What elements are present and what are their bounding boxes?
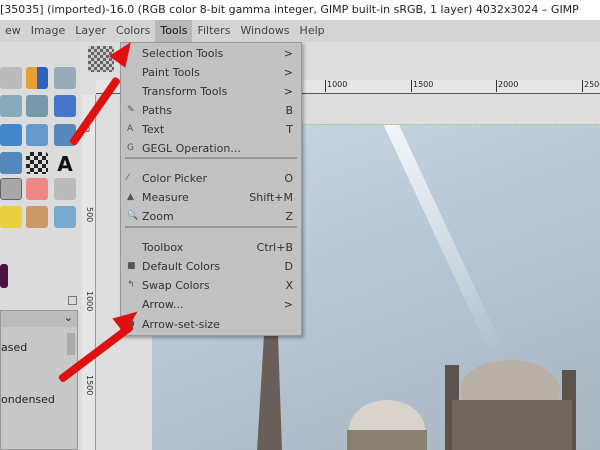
- menu-item-default-colors[interactable]: ■ Default Colors D: [121, 257, 301, 276]
- foreground-color-swatch[interactable]: [0, 264, 8, 288]
- zoom-tool-icon[interactable]: [0, 95, 22, 117]
- select-by-color-tool-icon[interactable]: [26, 67, 48, 89]
- paths-tool-icon[interactable]: [0, 152, 22, 174]
- menu-item-arrow[interactable]: Arrow... >: [121, 295, 301, 314]
- menu-item-transform-tools[interactable]: Transform Tools >: [121, 82, 301, 101]
- ruler-label: 1500: [411, 80, 433, 92]
- text-tool-icon[interactable]: A: [54, 152, 76, 176]
- eraser-tool-icon[interactable]: [26, 178, 48, 200]
- menu-item-label: Paths: [142, 104, 172, 117]
- menu-item-label: Arrow...: [142, 298, 184, 311]
- menu-item-label: Selection Tools: [142, 47, 224, 60]
- menu-item-swap-colors[interactable]: ↰ Swap Colors X: [121, 276, 301, 295]
- panel-item[interactable]: ased: [1, 341, 27, 354]
- dodge-burn-tool-icon[interactable]: [54, 206, 76, 228]
- menu-item-arrow-set-size[interactable]: ●Arrow-set-size: [121, 315, 301, 334]
- menu-item-zoom[interactable]: 🔍 Zoom Z: [121, 207, 301, 226]
- submenu-arrow-icon: >: [283, 66, 293, 79]
- image-thumbnail[interactable]: [88, 46, 114, 72]
- menu-item-shortcut: Z: [285, 210, 293, 223]
- menu-help[interactable]: Help: [295, 20, 330, 42]
- menu-item-label: Color Picker: [142, 172, 207, 185]
- menu-item-selection-tools[interactable]: Selection Tools >: [121, 44, 301, 63]
- chevron-down-icon[interactable]: ⌄: [64, 311, 73, 324]
- ruler-label: 1000: [85, 291, 94, 312]
- menu-image[interactable]: Image: [26, 20, 70, 42]
- ruler-label: 2500: [582, 80, 600, 92]
- scrollbar[interactable]: [67, 333, 75, 355]
- menu-separator: [125, 226, 297, 228]
- ruler-label: 1500: [85, 375, 94, 396]
- menu-item-measure[interactable]: ▲ Measure Shift+M: [121, 188, 301, 207]
- menu-separator: [125, 157, 297, 159]
- panel-header: ⌄: [1, 311, 77, 327]
- menu-item-icon: A: [127, 124, 134, 134]
- menu-item-shortcut: Shift+M: [249, 191, 293, 204]
- menu-item-gegl-operation[interactable]: G GEGL Operation...: [121, 139, 301, 158]
- menu-colors[interactable]: Colors: [111, 20, 155, 42]
- menu-item-icon: ▲: [127, 192, 134, 202]
- window-title: [35035] (imported)-16.0 (RGB color 8-bit…: [0, 0, 600, 20]
- menu-layer[interactable]: Layer: [70, 20, 111, 42]
- panel-item[interactable]: ondensed: [1, 393, 55, 406]
- menu-item-label: GEGL Operation...: [142, 142, 241, 155]
- ruler-label: 2000: [496, 80, 518, 92]
- menu-item-shortcut: X: [285, 279, 293, 292]
- menu-item-paint-tools[interactable]: Paint Tools >: [121, 63, 301, 82]
- paintbrush-tool-icon[interactable]: [0, 178, 22, 200]
- submenu-arrow-icon: >: [283, 298, 293, 311]
- submenu-arrow-icon: >: [283, 47, 293, 60]
- heal-tool-icon[interactable]: [0, 206, 22, 228]
- menu-item-icon: 🔍: [127, 211, 139, 221]
- menu-item-icon: ✎: [127, 105, 135, 115]
- menu-windows[interactable]: Windows: [235, 20, 294, 42]
- scissors-tool-icon[interactable]: [54, 67, 76, 89]
- menu-item-toolbox[interactable]: Toolbox Ctrl+B: [121, 238, 301, 257]
- fuzzy-select-tool-icon[interactable]: [0, 67, 22, 89]
- ruler-label: 1000: [325, 80, 347, 92]
- menu-item-text[interactable]: A Text T: [121, 120, 301, 139]
- measure-tool-icon[interactable]: [26, 95, 48, 117]
- menu-item-icon: ⁄: [127, 173, 129, 183]
- menu-item-label: Toolbox: [142, 241, 184, 254]
- menu-item-icon: ↰: [127, 280, 135, 290]
- tools-menu-dropdown: Selection Tools > Paint Tools > Transform To…: [120, 42, 302, 336]
- menu-item-shortcut: D: [284, 260, 293, 273]
- menu-item-label: Transform Tools: [142, 85, 228, 98]
- submenu-arrow-icon: >: [283, 85, 293, 98]
- menu-item-label: Text: [142, 123, 165, 136]
- menu-item-shortcut: O: [284, 172, 293, 185]
- menu-item-color-picker[interactable]: ⁄ Color Picker O: [121, 169, 301, 188]
- menu-item-label: Arrow-set-size: [142, 318, 220, 331]
- menu-tools[interactable]: Tools: [155, 20, 193, 42]
- menu-item-label: Swap Colors: [142, 279, 210, 292]
- ruler-label: 500: [85, 207, 94, 223]
- menubar: ew Image Layer Colors Tools Filters Wind…: [0, 20, 600, 42]
- menu-item-shortcut: B: [285, 104, 293, 117]
- crop-tool-icon[interactable]: [26, 124, 48, 146]
- menu-item-icon: ■: [127, 261, 136, 271]
- menu-item-icon: G: [127, 143, 134, 153]
- menu-item-label: Zoom: [142, 210, 174, 223]
- menu-item-label: Measure: [142, 191, 189, 204]
- menu-item-shortcut: T: [286, 123, 293, 136]
- vertical-ruler: 0 500 1000 1500: [82, 95, 96, 450]
- color-picker-tool-icon[interactable]: [54, 178, 76, 200]
- panel-config-icon[interactable]: [68, 296, 77, 305]
- unified-transform-tool-icon[interactable]: [0, 124, 22, 146]
- menu-view[interactable]: ew: [0, 20, 26, 42]
- menu-item-paths[interactable]: ✎ Paths B: [121, 101, 301, 120]
- move-tool-icon[interactable]: [54, 95, 76, 117]
- menu-filters[interactable]: Filters: [192, 20, 235, 42]
- clone-tool-icon[interactable]: [26, 206, 48, 228]
- menu-item-shortcut: Ctrl+B: [256, 241, 293, 254]
- menu-item-label: Paint Tools: [142, 66, 200, 79]
- gradient-tool-icon[interactable]: [26, 152, 48, 174]
- menu-item-label: Default Colors: [142, 260, 221, 273]
